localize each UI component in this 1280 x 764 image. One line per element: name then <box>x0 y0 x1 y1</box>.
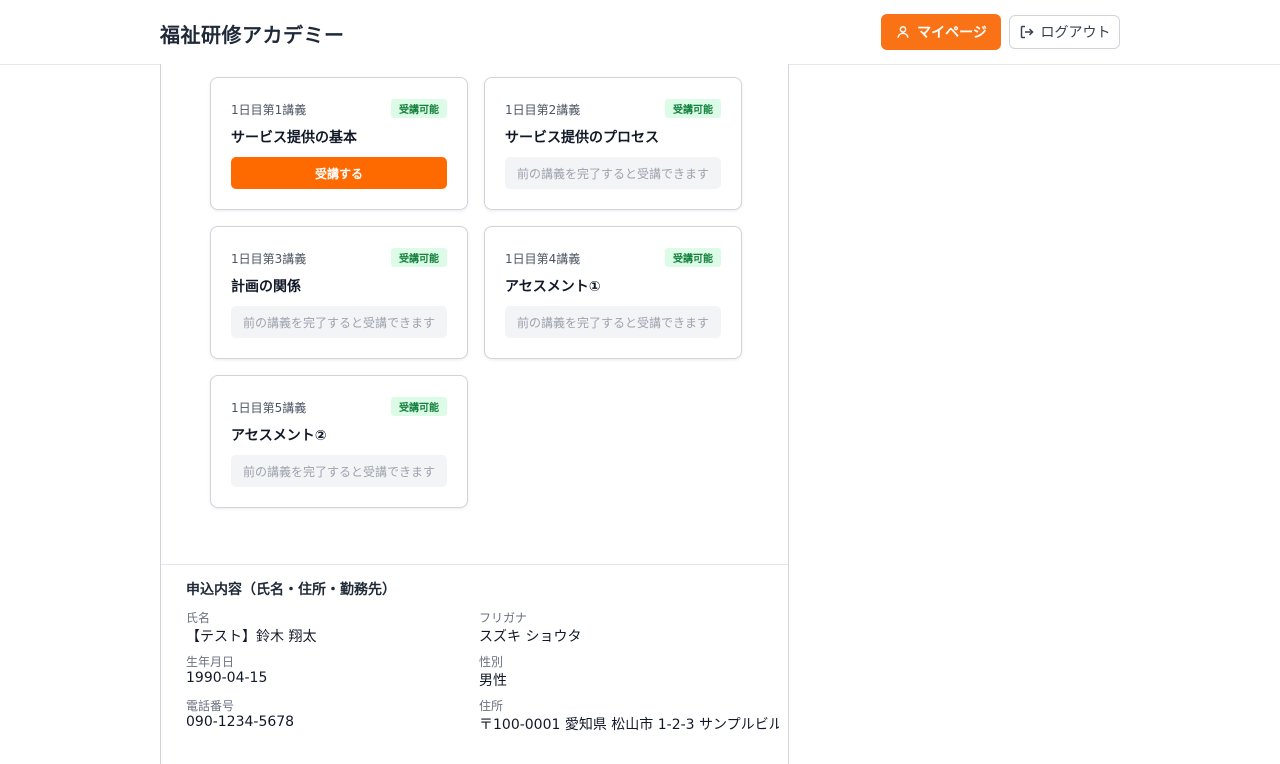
locked-lecture-button: 前の講義を完了すると受講できます <box>505 157 721 189</box>
logout-label: ログアウト <box>1040 25 1111 41</box>
application-section-title: 申込内容（氏名・住所・勤務先） <box>186 582 396 598</box>
lecture-day: 1日目第1講義 <box>231 103 307 117</box>
status-badge: 受講可能 <box>391 248 447 267</box>
gender-label: 性別 <box>479 655 504 669</box>
site-brand[interactable]: 福祉研修アカデミー <box>160 19 345 48</box>
mypage-button[interactable]: マイページ <box>881 14 1001 50</box>
lecture-day: 1日目第3講義 <box>231 252 307 266</box>
lecture-card-1: 1日目第1講義 受講可能 サービス提供の基本 受講する <box>210 77 468 210</box>
logout-icon <box>1019 24 1035 40</box>
course-panel: 1日目第1講義 受講可能 サービス提供の基本 受講する 1日目第2講義 受講可能… <box>160 64 789 764</box>
address-label: 住所 <box>479 699 504 713</box>
lecture-title: サービス提供の基本 <box>231 130 357 146</box>
lecture-title: アセスメント① <box>505 279 601 295</box>
locked-lecture-button: 前の講義を完了すると受講できます <box>231 306 447 338</box>
lecture-day: 1日目第2講義 <box>505 103 581 117</box>
locked-lecture-button: 前の講義を完了すると受講できます <box>505 306 721 338</box>
lecture-title: サービス提供のプロセス <box>505 130 659 146</box>
lecture-title: 計画の関係 <box>231 279 301 295</box>
logout-button[interactable]: ログアウト <box>1009 15 1120 49</box>
birthdate-value: 1990-04-15 <box>186 670 268 686</box>
mypage-label: マイページ <box>917 25 987 41</box>
name-value: 【テスト】鈴木 翔太 <box>186 629 317 645</box>
locked-lecture-button: 前の講義を完了すると受講できます <box>231 455 447 487</box>
birthdate-label: 生年月日 <box>186 655 235 669</box>
status-badge: 受講可能 <box>665 99 721 118</box>
furigana-label: フリガナ <box>479 611 528 625</box>
status-badge: 受講可能 <box>391 397 447 416</box>
lecture-day: 1日目第4講義 <box>505 252 581 266</box>
lecture-day: 1日目第5講義 <box>231 401 307 415</box>
lecture-title: アセスメント② <box>231 428 327 444</box>
furigana-value: スズキ ショウタ <box>479 629 582 645</box>
lecture-card-2: 1日目第2講義 受講可能 サービス提供のプロセス 前の講義を完了すると受講できま… <box>484 77 742 210</box>
lecture-card-4: 1日目第4講義 受講可能 アセスメント① 前の講義を完了すると受講できます <box>484 226 742 359</box>
app-header: 福祉研修アカデミー マイページ ログアウト <box>0 0 1280 65</box>
lecture-card-5: 1日目第5講義 受講可能 アセスメント② 前の講義を完了すると受講できます <box>210 375 468 508</box>
status-badge: 受講可能 <box>391 99 447 118</box>
phone-value: 090-1234-5678 <box>186 714 295 730</box>
start-lecture-button[interactable]: 受講する <box>231 157 447 189</box>
name-label: 氏名 <box>186 611 211 625</box>
status-badge: 受講可能 <box>665 248 721 267</box>
gender-value: 男性 <box>479 673 507 689</box>
address-value: 〒100-0001 愛知県 松山市 1-2-3 サンプルビル <box>479 717 779 733</box>
section-divider <box>161 564 788 565</box>
phone-label: 電話番号 <box>186 699 235 713</box>
lecture-card-3: 1日目第3講義 受講可能 計画の関係 前の講義を完了すると受講できます <box>210 226 468 359</box>
user-icon <box>895 24 911 40</box>
